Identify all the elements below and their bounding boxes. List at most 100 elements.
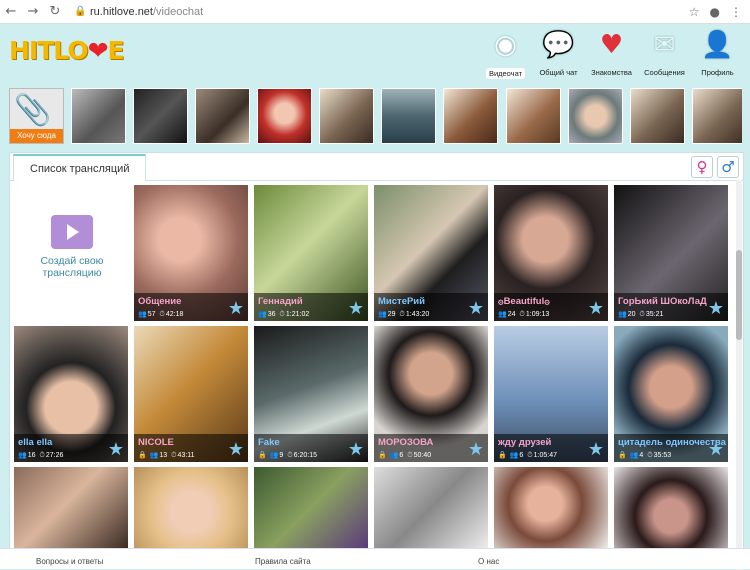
- featured-thumb[interactable]: [195, 88, 251, 144]
- scrollbar[interactable]: [736, 180, 742, 570]
- footer: Вопросы и ответы Правила сайта О нас: [0, 548, 750, 569]
- featured-thumb[interactable]: [443, 88, 499, 144]
- broadcast-card[interactable]: [494, 467, 608, 549]
- favorite-star-icon[interactable]: ★: [468, 439, 484, 460]
- tab-bar: Список трансляций ♀ ♂: [10, 153, 743, 182]
- viewer-count: 36: [267, 311, 276, 318]
- broadcast-card[interactable]: ГорЬкий ШОкоЛаД 👥20 ⏱35:21 ★: [614, 185, 728, 321]
- duration: 1:21:02: [285, 311, 310, 318]
- broadcast-card[interactable]: Геннадий 👥36 ⏱1:21:02 ★: [254, 185, 368, 321]
- female-filter-icon[interactable]: ♀: [691, 156, 713, 178]
- featured-thumb[interactable]: [567, 88, 623, 144]
- nav-label: Знакомства: [591, 68, 632, 77]
- want-here-button[interactable]: Хочу сюда: [10, 129, 63, 143]
- favorite-star-icon[interactable]: ★: [708, 439, 724, 460]
- account-icon[interactable]: ●: [710, 5, 720, 19]
- back-arrow-icon[interactable]: ←: [0, 4, 22, 19]
- broadcast-meta: 👥36 ⏱1:21:02: [258, 310, 309, 319]
- featured-thumb[interactable]: [319, 88, 375, 144]
- broadcast-card[interactable]: Fake 🔒 👥9 ⏱6:20:15 ★: [254, 326, 368, 462]
- viewers-icon: 👥: [138, 310, 147, 318]
- broadcast-name: Общение: [138, 296, 182, 307]
- nav-general-chat[interactable]: 💬 Общий чат: [532, 26, 585, 79]
- heart-icon: ❤: [87, 36, 109, 65]
- broadcast-card[interactable]: цитадель одиночества 🔒 👥4 ⏱35:53 ★: [614, 326, 728, 462]
- viewers-icon: 👥: [498, 310, 507, 318]
- want-here-slot[interactable]: 📎 Хочу сюда: [9, 88, 64, 144]
- favorite-star-icon[interactable]: ★: [228, 298, 244, 319]
- favorite-star-icon[interactable]: ★: [108, 439, 124, 460]
- nav-videochat[interactable]: ◉ Видеочат: [479, 26, 532, 79]
- favorite-star-icon[interactable]: ★: [708, 298, 724, 319]
- broadcast-photo: [14, 467, 128, 549]
- footer-rules-link[interactable]: Правила сайта: [255, 557, 311, 566]
- favorite-star-icon[interactable]: ★: [468, 298, 484, 319]
- broadcast-card[interactable]: ella ella 👥16 ⏱27:26 ★: [14, 326, 128, 462]
- broadcast-card[interactable]: [134, 467, 248, 549]
- lock-icon: 🔒: [258, 451, 267, 459]
- forward-arrow-icon[interactable]: →: [22, 4, 44, 19]
- clock-icon: ⏱: [39, 451, 45, 459]
- viewers-icon: 👥: [618, 310, 627, 318]
- reload-icon[interactable]: ↻: [44, 4, 66, 19]
- hearts-icon: ♥: [599, 30, 624, 60]
- footer-faq-link[interactable]: Вопросы и ответы: [36, 557, 103, 566]
- clock-icon: ⏱: [159, 310, 165, 318]
- scrollbar-thumb[interactable]: [736, 250, 742, 340]
- duration: 50:40: [413, 452, 432, 459]
- favorite-star-icon[interactable]: ★: [588, 439, 604, 460]
- featured-thumb[interactable]: [381, 88, 437, 144]
- favorite-star-icon[interactable]: ★: [348, 298, 364, 319]
- viewer-count: 13: [159, 452, 168, 459]
- webcam-icon: ◉: [494, 30, 517, 60]
- nav-label: Видеочат: [485, 68, 526, 79]
- footer-about-link[interactable]: О нас: [478, 557, 499, 566]
- featured-thumb[interactable]: [691, 88, 742, 144]
- clock-icon: ⏱: [639, 310, 645, 318]
- url-host: ru.hitlove.net: [90, 5, 153, 18]
- featured-thumb[interactable]: [629, 88, 685, 144]
- broadcast-card[interactable]: МОРОЗОВА 🔒 👥6 ⏱50:40 ★: [374, 326, 488, 462]
- male-filter-icon[interactable]: ♂: [717, 156, 739, 178]
- viewer-count: 6: [399, 452, 404, 459]
- broadcast-card[interactable]: жду друзей 🔒 👥6 ⏱1:05:47 ★: [494, 326, 608, 462]
- viewer-count: 4: [639, 452, 644, 459]
- menu-icon[interactable]: ⋮: [730, 5, 742, 19]
- bookmark-star-icon[interactable]: ☆: [689, 5, 700, 19]
- nav-label: Сообщения: [644, 68, 685, 77]
- broadcast-photo: [494, 467, 608, 549]
- viewer-count: 9: [279, 452, 284, 459]
- nav-profile[interactable]: 👤 Профиль: [691, 26, 744, 79]
- duration: 42:18: [165, 311, 184, 318]
- favorite-star-icon[interactable]: ★: [228, 439, 244, 460]
- broadcast-card[interactable]: [614, 467, 728, 549]
- lock-icon[interactable]: 🔒: [74, 6, 88, 17]
- featured-thumb[interactable]: [71, 88, 127, 144]
- broadcast-card[interactable]: МистеРий 👥29 ⏱1:43:20 ★: [374, 185, 488, 321]
- address-bar[interactable]: ru.hitlove.net/videochat: [90, 6, 203, 18]
- featured-thumb[interactable]: [505, 88, 561, 144]
- broadcast-card[interactable]: [14, 467, 128, 549]
- featured-thumb[interactable]: [133, 88, 189, 144]
- create-broadcast-button[interactable]: Создай свою трансляцию: [14, 185, 130, 321]
- nav-messages[interactable]: ✉ Сообщения: [638, 26, 691, 79]
- broadcast-card[interactable]: Общение 👥57 ⏱42:18 ★: [134, 185, 248, 321]
- favorite-star-icon[interactable]: ★: [348, 439, 364, 460]
- site-logo[interactable]: HITLO❤E: [9, 36, 125, 65]
- broadcast-card[interactable]: ۞Beautiful۞ 👥24 ⏱1:09:13 ★: [494, 185, 608, 321]
- featured-thumb[interactable]: [257, 88, 313, 144]
- broadcast-photo: [374, 467, 488, 549]
- broadcast-meta: 👥24 ⏱1:09:13: [498, 310, 549, 319]
- clock-icon: ⏱: [279, 310, 285, 318]
- broadcast-photo: [134, 467, 248, 549]
- broadcast-card[interactable]: [254, 467, 368, 549]
- favorite-star-icon[interactable]: ★: [588, 298, 604, 319]
- broadcast-card[interactable]: NICOLE 🔒 👥13 ⏱43:11 ★: [134, 326, 248, 462]
- main-nav: ◉ Видеочат 💬 Общий чат ♥ Знакомства ✉ Сообще…: [479, 26, 744, 79]
- tab-broadcast-list[interactable]: Список трансляций: [13, 154, 147, 182]
- envelope-icon: ✉: [653, 30, 676, 60]
- site-header: HITLO❤E ◉ Видеочат 💬 Общий чат ♥ Знакомства…: [0, 24, 750, 86]
- broadcast-card[interactable]: [374, 467, 488, 549]
- nav-dating[interactable]: ♥ Знакомства: [585, 26, 638, 79]
- broadcast-name: Геннадий: [258, 296, 303, 307]
